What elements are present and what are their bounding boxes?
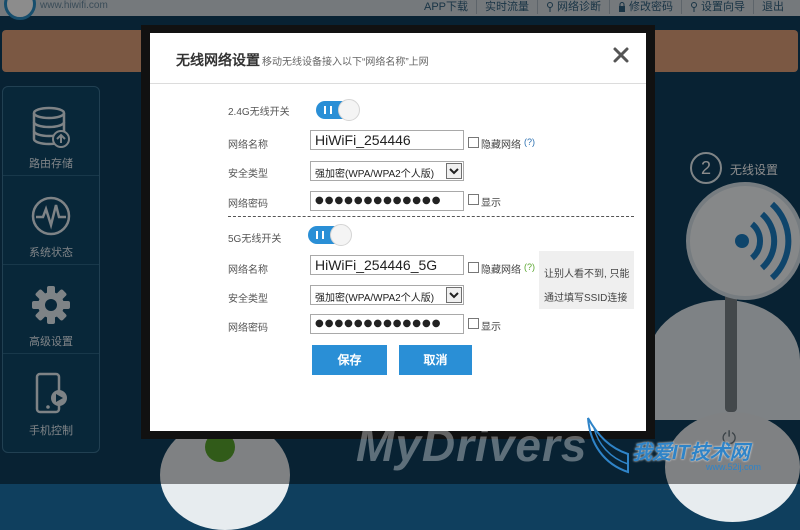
band24-show-checkbox[interactable] xyxy=(468,194,479,205)
band24-hide-checkbox[interactable] xyxy=(468,137,479,148)
wireless-settings-dialog: 无线网络设置 移动无线设备接入以下“网络名称”上网 2.4G无线开关 网络名称 … xyxy=(150,33,646,431)
band24-switch-label: 2.4G无线开关 xyxy=(228,107,290,118)
chevron-down-icon xyxy=(446,163,462,179)
band5-hide-label: 隐藏网络 xyxy=(481,265,521,276)
tooltip-line-1: 让别人看不到, 只能 xyxy=(544,269,630,280)
band5-ssid-label: 网络名称 xyxy=(228,265,268,276)
tooltip-line-2: 通过填写SSID连接 xyxy=(544,293,628,304)
close-icon[interactable] xyxy=(612,46,630,64)
band5-security-select[interactable]: 强加密(WPA/WPA2个人版) xyxy=(310,285,464,305)
toggle-knob xyxy=(330,224,352,246)
band5-show-checkbox[interactable] xyxy=(468,318,479,329)
dialog-subtitle: 移动无线设备接入以下“网络名称”上网 xyxy=(262,57,429,68)
band24-password-input[interactable]: ●●●●●●●●●●●●● xyxy=(310,191,464,211)
select-value: 强加密(WPA/WPA2个人版) xyxy=(315,293,435,304)
select-value: 强加密(WPA/WPA2个人版) xyxy=(315,169,435,180)
toggle-on-icon xyxy=(316,231,324,239)
band5-toggle[interactable] xyxy=(308,224,352,246)
chevron-down-icon xyxy=(446,287,462,303)
band24-help-link[interactable]: (?) xyxy=(524,137,535,147)
wing-logo-icon xyxy=(587,417,629,474)
cancel-button[interactable]: 取消 xyxy=(399,345,472,375)
band5-show-label: 显示 xyxy=(481,322,501,333)
band24-hide-label: 隐藏网络 xyxy=(481,140,521,151)
band24-ssid-label: 网络名称 xyxy=(228,140,268,151)
band24-password-label: 网络密码 xyxy=(228,199,268,210)
band24-security-select[interactable]: 强加密(WPA/WPA2个人版) xyxy=(310,161,464,181)
watermark-text: MyDrivers xyxy=(356,419,588,471)
band5-password-input[interactable]: ●●●●●●●●●●●●● xyxy=(310,314,464,334)
dialog-title: 无线网络设置 xyxy=(176,52,260,68)
toggle-on-icon xyxy=(324,106,332,114)
dialog-header: 无线网络设置 移动无线设备接入以下“网络名称”上网 xyxy=(150,33,646,84)
band5-switch-label: 5G无线开关 xyxy=(228,234,282,245)
band24-ssid-input[interactable]: HiWiFi_254446 xyxy=(310,130,464,150)
band24-show-label: 显示 xyxy=(481,198,501,209)
watermark-cn: 我爱IT技术网 xyxy=(632,442,750,464)
band5-hide-checkbox[interactable] xyxy=(468,262,479,273)
band5-security-label: 安全类型 xyxy=(228,294,268,305)
toggle-knob xyxy=(338,99,360,121)
band24-toggle[interactable] xyxy=(316,99,360,121)
band5-ssid-input[interactable]: HiWiFi_254446_5G xyxy=(310,255,464,275)
save-button[interactable]: 保存 xyxy=(312,345,387,375)
band5-help-link[interactable]: (?) xyxy=(524,262,535,272)
section-divider xyxy=(228,216,634,217)
band24-security-label: 安全类型 xyxy=(228,169,268,180)
watermark-url: www.52ij.com xyxy=(706,462,762,472)
hide-network-tooltip: 让别人看不到, 只能 通过填写SSID连接 xyxy=(539,251,634,309)
band5-password-label: 网络密码 xyxy=(228,323,268,334)
